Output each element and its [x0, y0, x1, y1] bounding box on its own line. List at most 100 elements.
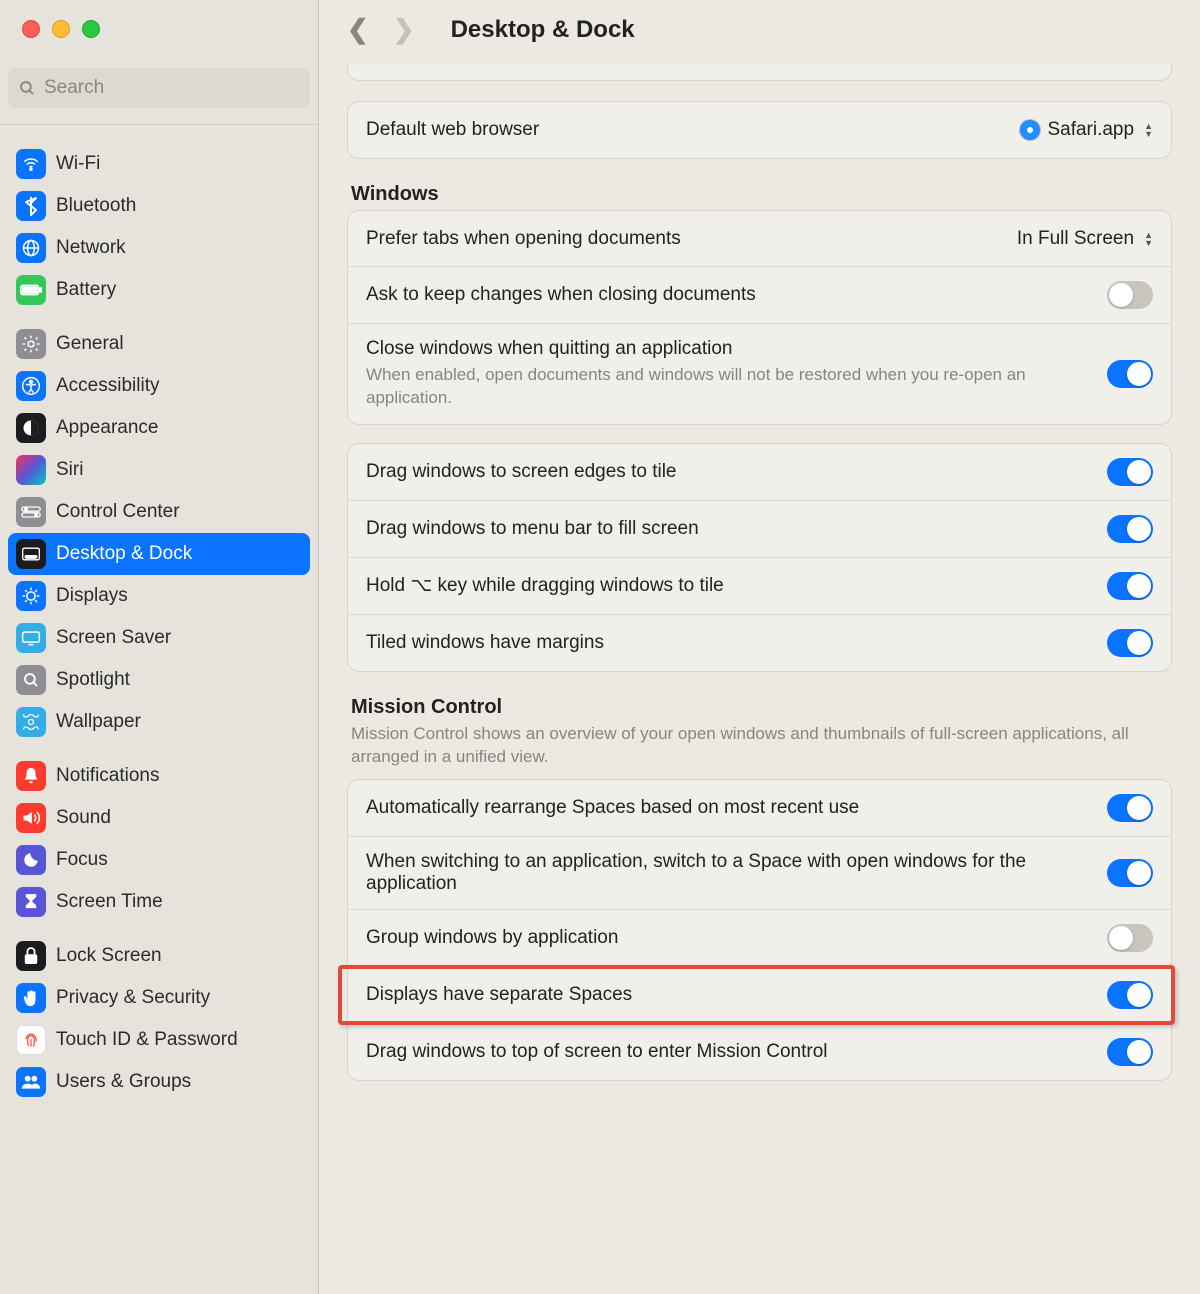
sidebar-item-label: Accessibility [56, 371, 159, 401]
wifi-icon [16, 149, 46, 179]
close-window-button[interactable] [22, 20, 40, 38]
row-close-quit: Close windows when quitting an applicati… [348, 324, 1171, 424]
sidebar-item-label: Battery [56, 275, 116, 305]
prefer-tabs-select[interactable]: In Full Screen ▲▼ [1017, 228, 1153, 250]
section-desc-mission-control: Mission Control shows an overview of you… [351, 723, 1168, 769]
sidebar: Wi-Fi Bluetooth Network Battery General … [0, 0, 319, 1294]
search-icon [18, 79, 36, 97]
sidebar-item-label: General [56, 329, 124, 359]
row-auto-rearrange: Automatically rearrange Spaces based on … [348, 780, 1171, 837]
sidebar-item-label: Displays [56, 581, 128, 611]
row-tile-margins: Tiled windows have margins [348, 615, 1171, 671]
row-label: Tiled windows have margins [366, 632, 1091, 654]
gear-icon [16, 329, 46, 359]
switch-space-toggle[interactable] [1107, 859, 1153, 887]
sidebar-item-displays[interactable]: Displays [8, 575, 310, 617]
sidebar-item-label: Notifications [56, 761, 160, 791]
users-icon [16, 1067, 46, 1097]
screen-saver-icon [16, 623, 46, 653]
sidebar-item-label: Bluetooth [56, 191, 136, 221]
sidebar-item-focus[interactable]: Focus [8, 839, 310, 881]
moon-icon [16, 845, 46, 875]
group-windows-toggle[interactable] [1107, 924, 1153, 952]
select-value: Safari.app [1047, 119, 1134, 141]
zoom-window-button[interactable] [82, 20, 100, 38]
row-label: Drag windows to screen edges to tile [366, 461, 1091, 483]
auto-rearrange-toggle[interactable] [1107, 794, 1153, 822]
control-center-icon [16, 497, 46, 527]
safari-icon [1019, 119, 1041, 141]
row-tile-option: Hold ⌥ key while dragging windows to til… [348, 558, 1171, 615]
siri-icon [16, 455, 46, 485]
sidebar-item-privacy-security[interactable]: Privacy & Security [8, 977, 310, 1019]
sidebar-item-appearance[interactable]: Appearance [8, 407, 310, 449]
panel-mission-control: Automatically rearrange Spaces based on … [347, 779, 1172, 1081]
close-quit-toggle[interactable] [1107, 360, 1153, 388]
section-title-windows: Windows [351, 183, 1168, 206]
row-label: Automatically rearrange Spaces based on … [366, 797, 1091, 819]
fingerprint-icon [16, 1025, 46, 1055]
sidebar-item-screen-saver[interactable]: Screen Saver [8, 617, 310, 659]
hand-icon [16, 983, 46, 1013]
ask-keep-toggle[interactable] [1107, 281, 1153, 309]
battery-icon [16, 275, 46, 305]
sidebar-item-label: Lock Screen [56, 941, 162, 971]
default-browser-select[interactable]: Safari.app ▲▼ [1019, 119, 1153, 141]
sidebar-item-wifi[interactable]: Wi-Fi [8, 143, 310, 185]
bluetooth-icon [16, 191, 46, 221]
previous-panel-edge [347, 63, 1172, 81]
appearance-icon [16, 413, 46, 443]
chevron-updown-icon: ▲▼ [1144, 122, 1153, 138]
sidebar-item-label: Wallpaper [56, 707, 141, 737]
row-label: Close windows when quitting an applicati… [366, 338, 1091, 360]
sidebar-item-label: Screen Saver [56, 623, 171, 653]
drag-top-mc-toggle[interactable] [1107, 1038, 1153, 1066]
forward-button[interactable]: ❯ [393, 14, 415, 45]
bell-icon [16, 761, 46, 791]
sidebar-item-spotlight[interactable]: Spotlight [8, 659, 310, 701]
row-group-windows: Group windows by application [348, 910, 1171, 967]
row-label: Default web browser [366, 119, 1003, 141]
sidebar-item-label: Control Center [56, 497, 180, 527]
row-label: Displays have separate Spaces [366, 984, 1091, 1006]
row-switch-space: When switching to an application, switch… [348, 837, 1171, 910]
search-field[interactable] [8, 68, 310, 108]
sidebar-item-control-center[interactable]: Control Center [8, 491, 310, 533]
sidebar-item-lock-screen[interactable]: Lock Screen [8, 935, 310, 977]
sidebar-item-bluetooth[interactable]: Bluetooth [8, 185, 310, 227]
minimize-window-button[interactable] [52, 20, 70, 38]
tile-option-toggle[interactable] [1107, 572, 1153, 600]
tile-edges-toggle[interactable] [1107, 458, 1153, 486]
select-value: In Full Screen [1017, 228, 1134, 250]
row-label: Prefer tabs when opening documents [366, 228, 1001, 250]
sidebar-item-notifications[interactable]: Notifications [8, 755, 310, 797]
sidebar-item-sound[interactable]: Sound [8, 797, 310, 839]
tile-menubar-toggle[interactable] [1107, 515, 1153, 543]
sidebar-item-battery[interactable]: Battery [8, 269, 310, 311]
section-title-mission-control: Mission Control [351, 696, 1168, 719]
sidebar-item-siri[interactable]: Siri [8, 449, 310, 491]
sidebar-item-network[interactable]: Network [8, 227, 310, 269]
sidebar-item-screen-time[interactable]: Screen Time [8, 881, 310, 923]
sidebar-item-accessibility[interactable]: Accessibility [8, 365, 310, 407]
search-input[interactable] [44, 77, 300, 99]
sidebar-item-general[interactable]: General [8, 323, 310, 365]
back-button[interactable]: ❮ [347, 14, 369, 45]
sound-icon [16, 803, 46, 833]
tile-margins-toggle[interactable] [1107, 629, 1153, 657]
panel-default-browser: Default web browser Safari.app ▲▼ [347, 101, 1172, 159]
separate-spaces-toggle[interactable] [1107, 981, 1153, 1009]
hourglass-icon [16, 887, 46, 917]
row-ask-keep: Ask to keep changes when closing documen… [348, 267, 1171, 324]
panel-windows-1: Prefer tabs when opening documents In Fu… [347, 210, 1172, 425]
sidebar-item-touch-id[interactable]: Touch ID & Password [8, 1019, 310, 1061]
row-description: When enabled, open documents and windows… [366, 364, 1091, 410]
displays-icon [16, 581, 46, 611]
sidebar-item-label: Focus [56, 845, 108, 875]
row-label: Hold ⌥ key while dragging windows to til… [366, 574, 1091, 597]
sidebar-item-desktop-dock[interactable]: Desktop & Dock [8, 533, 310, 575]
sidebar-item-users-groups[interactable]: Users & Groups [8, 1061, 310, 1103]
sidebar-item-wallpaper[interactable]: Wallpaper [8, 701, 310, 743]
main-pane: ❮ ❯ Desktop & Dock Default web browser S… [319, 0, 1200, 1294]
sidebar-item-label: Screen Time [56, 887, 163, 917]
